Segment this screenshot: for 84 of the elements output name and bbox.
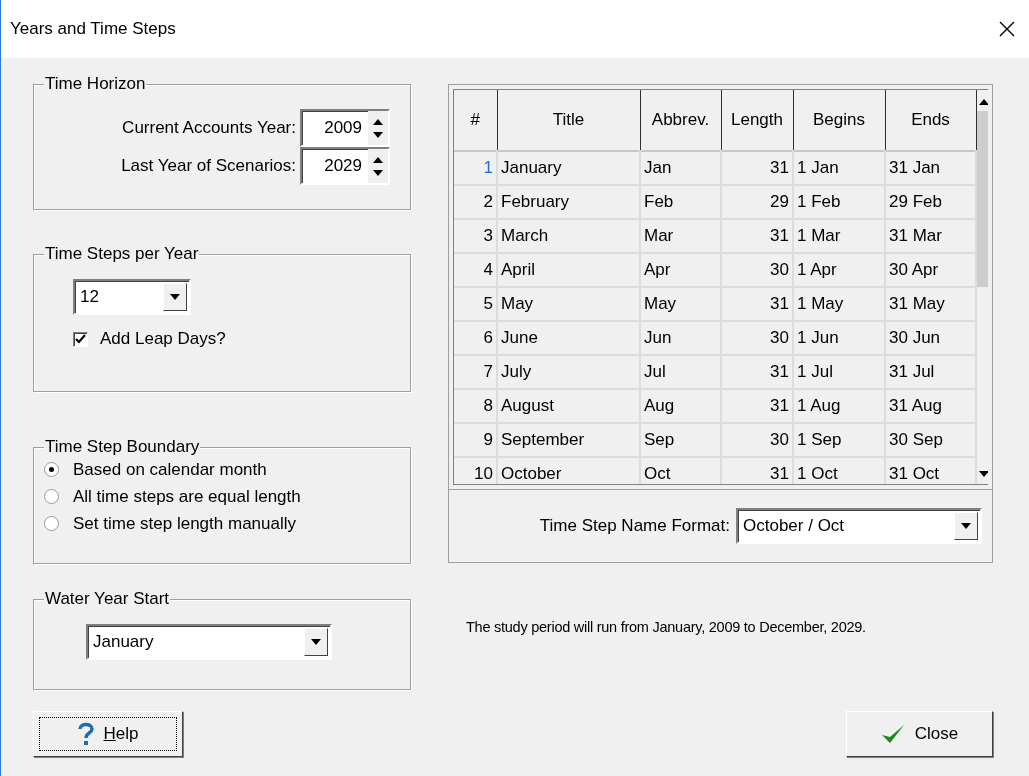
table-cell: 8 (454, 389, 497, 423)
radio-button[interactable] (44, 462, 59, 477)
table-cell: 5 (454, 287, 497, 321)
table-cell: Feb (640, 185, 721, 219)
table-cell: May (640, 287, 721, 321)
table-cell: 1 Jan (793, 151, 885, 185)
table-cell: 9 (454, 423, 497, 457)
group-title: Water Year Start (45, 589, 170, 608)
table-cell: 1 Mar (793, 219, 885, 253)
checkbox[interactable] (73, 331, 88, 347)
dropdown[interactable]: October / Oct (736, 508, 982, 544)
table-cell: Jul (640, 355, 721, 389)
table-cell: 31 (721, 355, 793, 389)
group-title: Time Step Boundary (45, 437, 200, 456)
table-cell: August (497, 389, 640, 423)
summary-text: The study period will run from January, 2009 to December, 2029. (466, 619, 867, 635)
spin-field[interactable]: 2029 (300, 147, 390, 185)
group-title: Time Steps per Year (45, 244, 199, 263)
scroll-up-icon[interactable] (979, 98, 988, 105)
table-cell: September (497, 423, 640, 457)
table-cell: 4 (454, 253, 497, 287)
caret-icon[interactable] (170, 293, 180, 301)
table-cell: Aug (640, 389, 721, 423)
caret-icon[interactable] (961, 522, 971, 530)
table-cell: 3 (454, 219, 497, 253)
table-cell: July (497, 355, 640, 389)
checkmark-icon (880, 723, 905, 745)
question-mark-icon (77, 722, 94, 746)
table-cell: Mar (640, 219, 721, 253)
group-title: Time Horizon (45, 74, 146, 93)
table-cell: January (497, 151, 640, 185)
dropdown[interactable]: January (86, 624, 332, 660)
table-cell: 31 (721, 287, 793, 321)
window-title: Years and Time Steps (10, 19, 176, 39)
table-cell: 1 May (793, 287, 885, 321)
table-cell: 30 (721, 321, 793, 355)
spin-field[interactable]: 2009 (300, 109, 390, 147)
table-cell: March (497, 219, 640, 253)
table-cell: 31 (721, 219, 793, 253)
table-cell: April (497, 253, 640, 287)
table-cell: 1 Aug (793, 389, 885, 423)
close-icon[interactable] (999, 21, 1015, 37)
scroll-down-icon[interactable] (979, 471, 988, 478)
table-cell: 31 Jan (885, 151, 976, 185)
up-arrow-icon[interactable] (373, 117, 383, 125)
field-label: Current Accounts Year: (122, 118, 296, 138)
down-arrow-icon[interactable] (373, 131, 383, 139)
table-cell: 1 Sep (793, 423, 885, 457)
table-cell: 1 (454, 151, 497, 185)
table-cell: Apr (640, 253, 721, 287)
table-cell: May (497, 287, 640, 321)
table-cell: 31 (721, 151, 793, 185)
table-cell: 1 Jun (793, 321, 885, 355)
radio-button[interactable] (44, 489, 59, 504)
table-cell: Jun (640, 321, 721, 355)
table-cell: June (497, 321, 640, 355)
table-cell: Jan (640, 151, 721, 185)
radio-label: Based on calendar month (73, 459, 267, 480)
dropdown[interactable]: 12 (73, 279, 191, 315)
table-cell: 1 Feb (793, 185, 885, 219)
close-button[interactable]: Close (846, 711, 993, 757)
table-cell: 7 (454, 355, 497, 389)
table-cell: 1 Apr (793, 253, 885, 287)
table-cell: 6 (454, 321, 497, 355)
table-cell: February (497, 185, 640, 219)
table-cell: Sep (640, 423, 721, 457)
table-cell: 29 (721, 185, 793, 219)
radio-label: Set time step length manually (73, 513, 296, 534)
radio-label: All time steps are equal length (73, 486, 301, 507)
table-cell: 31 (721, 389, 793, 423)
table-cell: 1 Jul (793, 355, 885, 389)
down-arrow-icon[interactable] (373, 169, 383, 177)
table-cell: 30 (721, 253, 793, 287)
scrollbar-thumb[interactable] (977, 111, 988, 287)
column-header[interactable]: # (454, 90, 497, 151)
up-arrow-icon[interactable] (373, 155, 383, 163)
table-cell: 30 (721, 423, 793, 457)
help-button[interactable]: Help (33, 711, 183, 757)
caret-icon[interactable] (311, 638, 321, 646)
field-label: Last Year of Scenarios: (121, 156, 296, 176)
radio-button[interactable] (44, 516, 59, 531)
field-label: Time Step Name Format: (539, 516, 730, 536)
table-cell: 2 (454, 185, 497, 219)
checkbox-label: Add Leap Days? (100, 329, 226, 349)
